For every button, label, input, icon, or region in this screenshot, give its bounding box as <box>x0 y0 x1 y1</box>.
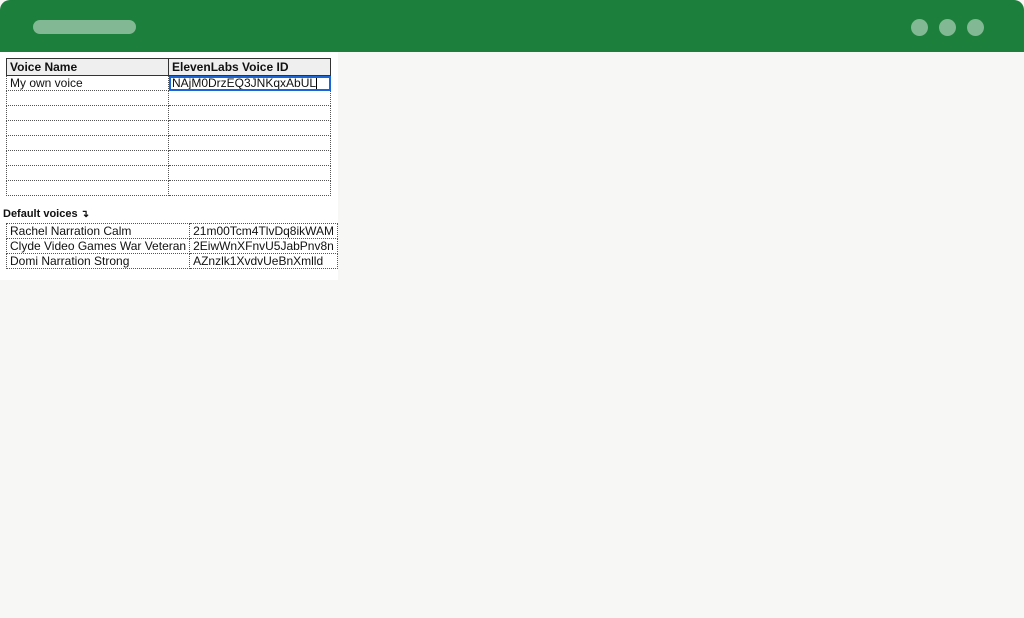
voice-name-cell[interactable] <box>6 150 169 166</box>
voice-id-cell[interactable] <box>168 165 331 181</box>
default-voice-name-cell[interactable]: Rachel Narration Calm <box>5 223 191 239</box>
table-row <box>6 135 331 151</box>
voice-id-cell[interactable] <box>168 150 331 166</box>
default-voices-table: Rachel Narration Calm 21m00Tcm4TlvDq8ikW… <box>5 223 339 269</box>
table-row <box>6 120 331 136</box>
default-voice-id-cell[interactable]: AZnzlk1XvdvUeBnXmlld <box>189 253 339 269</box>
default-voice-id-cell[interactable]: 21m00Tcm4TlvDq8ikWAM <box>189 223 339 239</box>
default-voice-id-cell[interactable]: 2EiwWnXFnvU5JabPnv8n <box>189 238 339 254</box>
spreadsheet-area: Voice Name ElevenLabs Voice ID My own vo… <box>0 52 339 280</box>
voice-id-cell[interactable] <box>168 120 331 136</box>
table-row: My own voice NAjM0DrzEQ3JNKqxAbUL <box>6 75 331 91</box>
table-row <box>6 150 331 166</box>
return-arrow-icon: ↴ <box>80 209 89 220</box>
table-row <box>6 180 331 196</box>
voice-name-cell[interactable] <box>6 165 169 181</box>
table-row <box>6 165 331 181</box>
default-voice-name-cell[interactable]: Clyde Video Games War Veteran <box>5 238 191 254</box>
voice-table: Voice Name ElevenLabs Voice ID My own vo… <box>6 58 331 196</box>
table-row: Clyde Video Games War Veteran 2EiwWnXFnv… <box>5 238 339 254</box>
voice-id-cell[interactable] <box>168 180 331 196</box>
voice-name-cell[interactable] <box>6 105 169 121</box>
title-placeholder <box>33 20 136 34</box>
default-voices-title: Default voices <box>3 208 78 220</box>
voice-name-cell[interactable] <box>6 90 169 106</box>
table-row: Domi Narration Strong AZnzlk1XvdvUeBnXml… <box>5 253 339 269</box>
window-control-dot-1[interactable] <box>911 19 928 36</box>
window-control-dot-3[interactable] <box>967 19 984 36</box>
voice-id-cell[interactable] <box>168 90 331 106</box>
default-voices-label: Default voices ↴ <box>3 208 89 220</box>
voice-id-value: NAjM0DrzEQ3JNKqxAbUL <box>172 76 317 90</box>
table-row <box>6 105 331 121</box>
header-row: Voice Name ElevenLabs Voice ID <box>6 58 331 76</box>
voice-name-cell[interactable]: My own voice <box>6 75 169 91</box>
window-titlebar <box>0 0 1024 52</box>
header-voice-name[interactable]: Voice Name <box>6 58 169 76</box>
text-cursor <box>316 77 318 89</box>
table-row: Rachel Narration Calm 21m00Tcm4TlvDq8ikW… <box>5 223 339 239</box>
voice-name-cell[interactable] <box>6 180 169 196</box>
voice-id-cell-active[interactable]: NAjM0DrzEQ3JNKqxAbUL <box>168 75 331 91</box>
voice-id-cell[interactable] <box>168 105 331 121</box>
default-voice-name-cell[interactable]: Domi Narration Strong <box>5 253 191 269</box>
table-row <box>6 90 331 106</box>
header-voice-id[interactable]: ElevenLabs Voice ID <box>168 58 331 76</box>
voice-name-cell[interactable] <box>6 120 169 136</box>
voice-name-cell[interactable] <box>6 135 169 151</box>
window-control-dot-2[interactable] <box>939 19 956 36</box>
voice-id-cell[interactable] <box>168 135 331 151</box>
